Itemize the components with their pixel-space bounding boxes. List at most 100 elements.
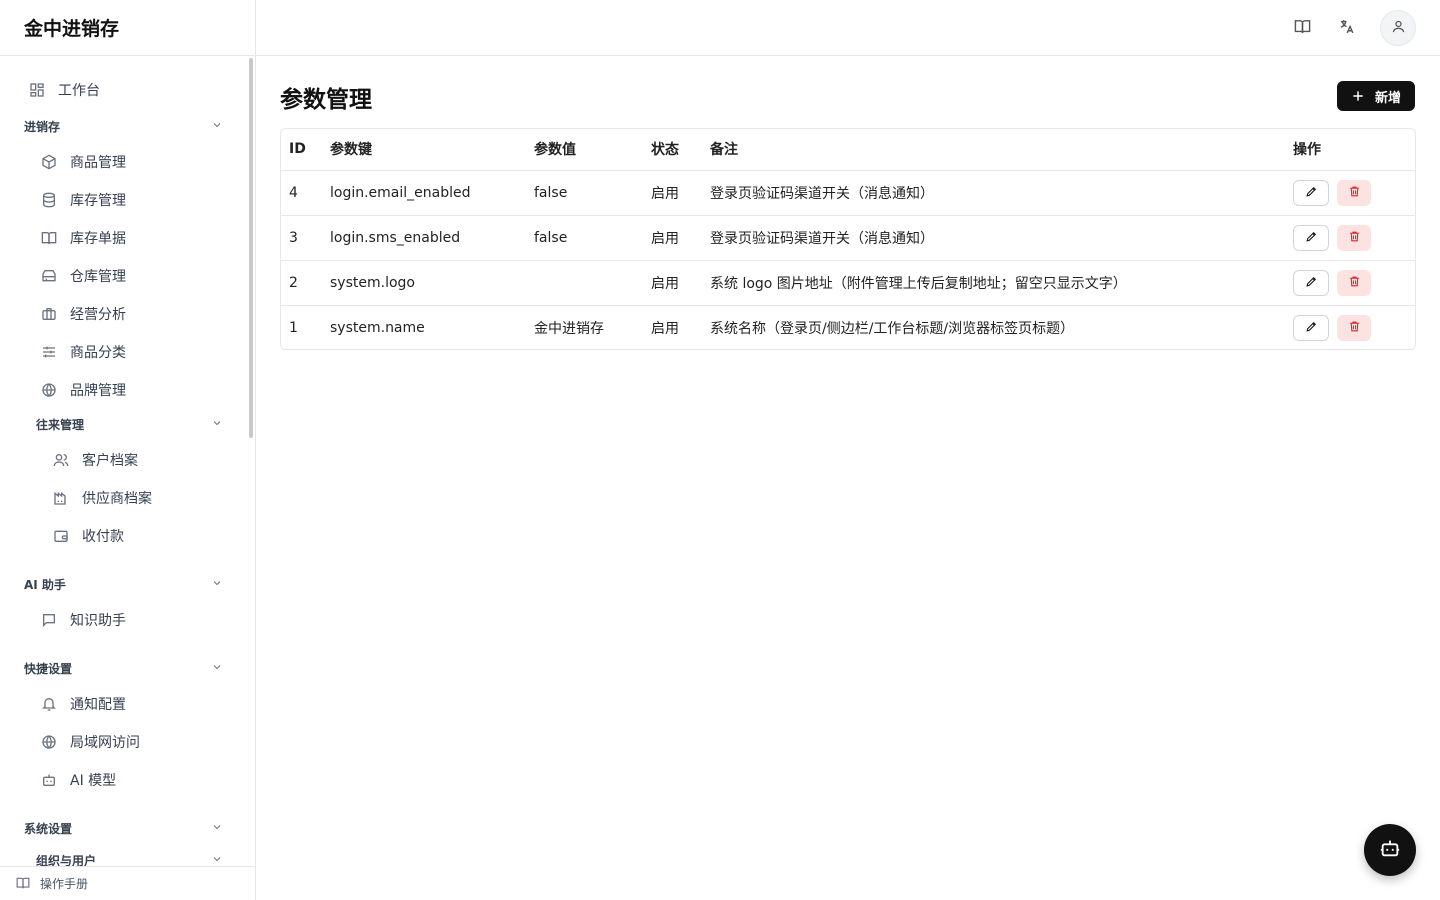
sidebar-item-label: 局域网访问: [70, 735, 140, 751]
trash-icon: [1348, 320, 1361, 336]
message-icon: [40, 611, 58, 629]
sidebar-item-label: 商品分类: [70, 345, 126, 361]
cell-id: 1: [289, 319, 298, 336]
column-header: 状态: [643, 129, 702, 171]
cell-status: 启用: [651, 320, 679, 337]
sidebar-item-analysis[interactable]: 经营分析: [40, 299, 126, 329]
table-row: 2 system.logo 启用 系统 logo 图片地址（附件管理上传后复制地…: [281, 260, 1415, 306]
sidebar-item-payments[interactable]: 收付款: [52, 521, 124, 551]
ai-assistant-fab[interactable]: [1364, 824, 1416, 876]
delete-button[interactable]: [1337, 314, 1371, 341]
group-ai[interactable]: AI 助手: [24, 574, 225, 594]
sidebar-item-label: 库存管理: [70, 193, 126, 209]
edit-button[interactable]: [1293, 224, 1329, 251]
top-bar: [256, 0, 1440, 56]
group-org[interactable]: 组织与用户: [36, 850, 225, 866]
column-header: 操作: [1285, 129, 1415, 171]
cell-remark: 系统 logo 图片地址（附件管理上传后复制地址；留空只显示文字）: [702, 260, 1285, 306]
user-avatar[interactable]: [1380, 10, 1416, 46]
pencil-icon: [1305, 185, 1318, 201]
database-icon: [40, 191, 58, 209]
sidebar-item-knowledge[interactable]: 知识助手: [40, 605, 126, 635]
delete-button[interactable]: [1337, 269, 1371, 296]
edit-button[interactable]: [1293, 179, 1329, 206]
manual-link[interactable]: 操作手册: [0, 866, 255, 900]
docs-button[interactable]: [1286, 12, 1318, 44]
cell-actions: [1285, 260, 1415, 306]
cell-status: 启用: [643, 260, 702, 306]
sidebar-item-customers[interactable]: 客户档案: [52, 445, 138, 475]
cell-key: system.logo: [322, 260, 526, 306]
cell-id: 3: [281, 215, 322, 261]
sidebar-item-dashboard[interactable]: 工作台: [28, 75, 100, 105]
column-header: 参数值: [526, 129, 643, 171]
table-row: 3 login.sms_enabled false 启用 登录页验证码渠道开关（…: [281, 215, 1415, 261]
group-label: 系统设置: [24, 821, 73, 836]
table-row: 1 system.name 金中进销存 启用 系统名称（登录页/侧边栏/工作台标…: [281, 305, 1415, 349]
sidebar-item-label: 仓库管理: [70, 269, 126, 285]
plus-icon: [1351, 89, 1365, 103]
sidebar-item-label: 工作台: [58, 83, 100, 99]
chevron-down-icon: [211, 661, 225, 675]
pencil-icon: [1305, 275, 1318, 291]
table-header-row: ID 参数键 参数值 状态 备注 操作: [281, 129, 1415, 171]
sidebar-item-label: 收付款: [82, 529, 124, 545]
group-system[interactable]: 系统设置: [24, 818, 225, 838]
cell-actions: [1285, 305, 1415, 349]
sidebar-item-label: 客户档案: [82, 453, 138, 469]
cell-remark: 登录页验证码渠道开关（消息通知）: [702, 215, 1285, 261]
sidebar-item-label: 通知配置: [70, 697, 126, 713]
trash-icon: [1348, 185, 1361, 201]
users-icon: [52, 451, 70, 469]
sidebar-item-warehouse[interactable]: 仓库管理: [40, 261, 126, 291]
add-button[interactable]: 新增: [1337, 81, 1415, 111]
language-button[interactable]: [1330, 12, 1362, 44]
pencil-icon: [1305, 320, 1318, 336]
edit-button[interactable]: [1293, 314, 1329, 341]
sidebar-item-label: 经营分析: [70, 307, 126, 323]
group-label: AI 助手: [24, 577, 66, 592]
globe-icon: [40, 381, 58, 399]
sidebar-item-lan[interactable]: 局域网访问: [40, 727, 140, 757]
cell-key: login.sms_enabled: [322, 215, 526, 261]
box-icon: [40, 153, 58, 171]
translate-icon: [1338, 18, 1355, 39]
sidebar-item-notify[interactable]: 通知配置: [40, 689, 126, 719]
sidebar-item-category[interactable]: 商品分类: [40, 337, 126, 367]
sidebar-item-stock[interactable]: 库存管理: [40, 185, 126, 215]
sidebar-item-label: 供应商档案: [82, 491, 152, 507]
edit-button[interactable]: [1293, 269, 1329, 296]
group-shortcuts[interactable]: 快捷设置: [24, 658, 225, 678]
sidebar-item-ai-model[interactable]: AI 模型: [40, 765, 116, 795]
cell-actions: [1285, 170, 1415, 216]
delete-button[interactable]: [1337, 224, 1371, 251]
cell-id: 2: [281, 260, 322, 306]
factory-icon: [52, 489, 70, 507]
cell-status: 启用: [643, 170, 702, 216]
cell-key: system.name: [330, 319, 425, 336]
chevron-down-icon: [211, 119, 225, 133]
bell-icon: [40, 695, 58, 713]
sidebar-item-suppliers[interactable]: 供应商档案: [52, 483, 152, 513]
book-icon: [1294, 18, 1311, 39]
sliders-icon: [40, 343, 58, 361]
pencil-icon: [1305, 230, 1318, 246]
cell-status: 启用: [643, 215, 702, 261]
group-partners[interactable]: 往来管理: [36, 414, 225, 434]
sidebar-nav: 工作台 进销存 商品管理 库存管理 库存单据 仓库管理 经营分析 商品分类 品牌…: [0, 56, 255, 866]
delete-button[interactable]: [1337, 179, 1371, 206]
column-header: 备注: [702, 129, 1285, 171]
sidebar-item-label: 品牌管理: [70, 383, 126, 399]
bot-icon: [40, 771, 58, 789]
cell-value: false: [526, 170, 643, 216]
cell-id: 4: [281, 170, 322, 216]
table-row: 4 login.email_enabled false 启用 登录页验证码渠道开…: [281, 170, 1415, 216]
sidebar-item-brand[interactable]: 品牌管理: [40, 375, 126, 405]
sidebar-item-stock-docs[interactable]: 库存单据: [40, 223, 126, 253]
sidebar-item-products[interactable]: 商品管理: [40, 147, 126, 177]
sidebar-item-label: 商品管理: [70, 155, 126, 171]
grid-icon: [28, 81, 46, 99]
cell-value: [526, 260, 643, 306]
chevron-down-icon: [211, 577, 225, 591]
group-inventory[interactable]: 进销存: [24, 116, 225, 136]
